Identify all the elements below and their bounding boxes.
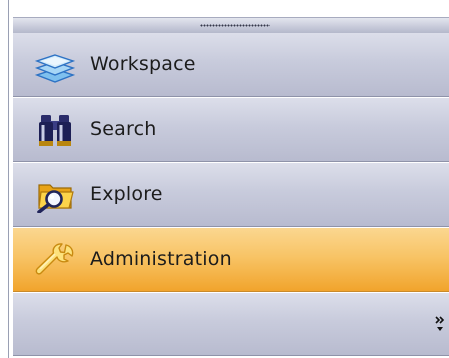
nav-item-administration[interactable]: Administration <box>13 228 449 292</box>
wrench-icon <box>35 242 75 278</box>
nav-item-label: Administration <box>90 248 232 270</box>
nav-item-label: Search <box>90 118 157 140</box>
nav-item-label: Explore <box>90 183 163 205</box>
nav-item-search[interactable]: Search <box>13 98 449 162</box>
nav-item-explore[interactable]: Explore <box>13 163 449 227</box>
binoculars-icon <box>35 112 75 148</box>
splitter-grip-icon[interactable] <box>200 24 270 28</box>
pane-splitter[interactable] <box>13 17 449 33</box>
nav-overflow-bar <box>13 293 449 356</box>
nav-item-workspace[interactable]: Workspace <box>13 33 449 97</box>
pane-left-border <box>8 0 9 358</box>
stacked-layers-icon <box>34 47 76 83</box>
navigation-pane: Workspace Search Explore Administration <box>13 0 449 358</box>
folder-magnifier-icon <box>35 177 75 214</box>
nav-item-label: Workspace <box>90 53 196 75</box>
chevron-double-down-icon[interactable] <box>431 307 449 337</box>
